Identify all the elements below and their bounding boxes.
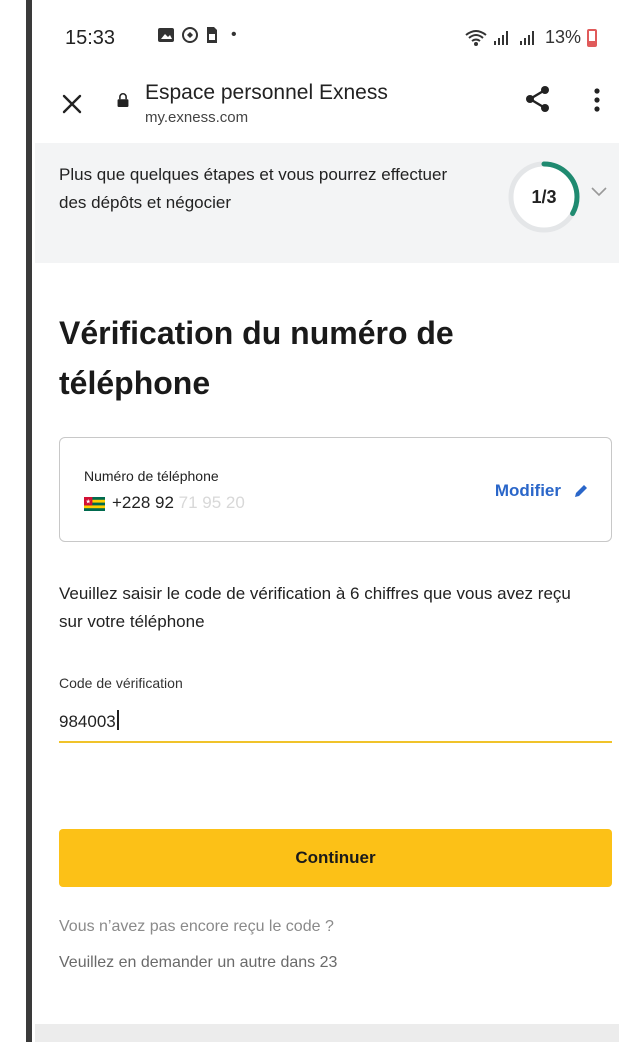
pencil-icon <box>575 485 587 497</box>
wifi-icon <box>465 29 487 46</box>
more-vert-icon[interactable] <box>593 87 601 113</box>
lock-icon <box>117 93 129 107</box>
phone-number: +228 92 71 95 20 <box>112 493 245 513</box>
text-caret <box>116 710 119 730</box>
progress-step: 1/3 <box>531 187 556 207</box>
page-heading: Vérification du numéro de téléphone <box>59 315 454 401</box>
modify-label: Modifier <box>494 481 561 500</box>
data-saver-icon <box>182 27 198 43</box>
gallery-icon <box>158 28 174 42</box>
browser-toolbar: Espace personnel Exness my.exness.com <box>35 75 619 139</box>
battery-icon <box>587 28 597 47</box>
resend-question: Vous n’avez pas encore reçu le code ? <box>59 918 334 935</box>
share-icon[interactable] <box>525 85 551 113</box>
banner-text: Plus que quelques étapes et vous pourrez… <box>59 165 448 212</box>
code-label: Code de vérification <box>59 675 183 691</box>
signal-icon <box>493 30 508 45</box>
phone-screen: 15:33 • 13% Espace personnel Exness my.e… <box>35 0 619 1042</box>
onboarding-progress-banner[interactable]: Plus que quelques étapes et vous pourrez… <box>35 143 619 263</box>
page-title: Espace personnel Exness <box>145 81 388 104</box>
close-icon[interactable] <box>61 93 83 115</box>
instructions-text: Veuillez saisir le code de vérification … <box>59 584 571 631</box>
phone-number-card: Numéro de téléphone +228 92 71 95 20 Mod… <box>59 437 612 542</box>
battery-level: 13% <box>544 27 581 47</box>
bottom-divider <box>35 1024 619 1042</box>
status-notification-icons: • <box>157 26 237 44</box>
dot-icon: • <box>231 26 237 43</box>
page-url[interactable]: my.exness.com <box>145 109 248 126</box>
verification-code-input[interactable] <box>59 705 612 743</box>
chevron-down-icon[interactable] <box>591 187 607 197</box>
continue-button[interactable]: Continuer <box>59 829 612 887</box>
phone-number-visible: +228 92 <box>112 493 174 512</box>
togo-flag-icon <box>84 497 105 511</box>
resend-timer: Veuillez en demander un autre dans 23 <box>59 954 338 971</box>
modify-phone-button[interactable]: Modifier <box>495 481 589 501</box>
progress-ring: 1/3 <box>508 161 580 233</box>
code-text: 984003 <box>59 712 116 731</box>
phone-number-faded: 71 95 20 <box>178 493 245 512</box>
sim-icon <box>207 27 217 43</box>
status-bar: 15:33 • 13% <box>35 0 619 80</box>
phone-label: Numéro de téléphone <box>84 468 219 484</box>
status-time: 15:33 <box>65 27 116 49</box>
signal-icon-2 <box>519 30 534 45</box>
screen-edge <box>0 0 35 1042</box>
verification-code-value[interactable]: 984003 <box>59 710 119 732</box>
status-right: 13% <box>465 27 597 48</box>
